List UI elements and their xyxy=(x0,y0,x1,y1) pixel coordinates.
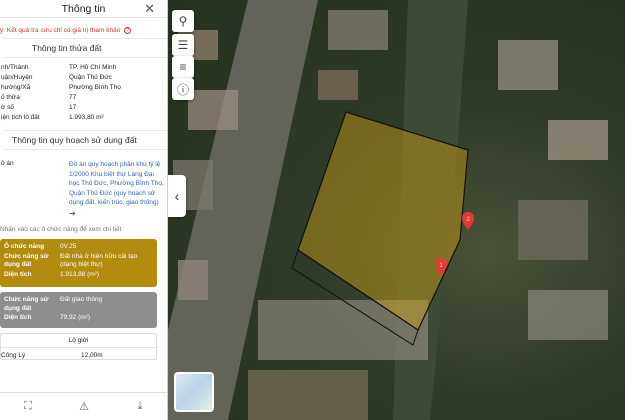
plan-row: ồ án Đồ án quy hoạch phân khu tỷ lệ 1/20… xyxy=(1,160,164,218)
parcel-row-lot: ố thửa 77 xyxy=(1,93,77,101)
layers-icon[interactable]: ☰ xyxy=(172,34,194,56)
parcel-row-ward: hường/Xã Phường Bình Thọ xyxy=(1,83,121,91)
parcel-row-city: nh/Thành TP. Hồ Chí Minh xyxy=(1,63,117,71)
road-boundary-table: Lộ giới Công Lý 12,00m xyxy=(0,333,157,360)
disclaimer: ý: Kết quả tra cứu chỉ có giá trị tham k… xyxy=(0,18,167,34)
parcel-row-sheet: ờ số 17 xyxy=(1,103,77,111)
share-icon[interactable]: ⛶ xyxy=(8,397,48,417)
panel-title: Thông tin xyxy=(61,2,106,15)
search-icon[interactable]: ⚲ xyxy=(172,10,194,32)
table-row: Công Lý 12,00m xyxy=(1,352,103,359)
info-icon[interactable]: ⓘ xyxy=(172,78,194,100)
planning-section-title: Thông tin quy hoạch sử dụng đất xyxy=(12,135,137,145)
warning-icon[interactable]: ⚠ xyxy=(64,397,104,417)
map-view[interactable]: 2 1 xyxy=(168,0,625,420)
arrow-right-icon[interactable]: ➔ xyxy=(69,209,164,219)
road-boundary-header: Lộ giới xyxy=(1,334,156,348)
help-icon[interactable]: ? xyxy=(124,27,132,34)
minimap-thumbnail[interactable] xyxy=(174,372,214,412)
plan-link[interactable]: Đồ án quy hoạch phân khu tỷ lệ 1/2000 Kh… xyxy=(69,160,164,218)
parcel-row-district: uận/Huyện Quận Thủ Đức xyxy=(1,73,112,81)
panel-header: Thông tin ✕ xyxy=(0,0,167,18)
list-icon[interactable]: ≡ xyxy=(172,56,194,78)
parcel-row-area: iện tích lô đất 1.993,80 m² xyxy=(1,113,104,121)
function-box-traffic[interactable]: Chức năng sử dụng đất Đất giao thông Diện… xyxy=(0,292,157,328)
download-icon[interactable]: ⤓ xyxy=(120,397,160,417)
disclaimer-text: ý: Kết quả tra cứu chỉ có giá trị tham k… xyxy=(0,27,121,34)
close-icon[interactable]: ✕ xyxy=(144,1,155,17)
panel-toolbar: ⛶ ⚠ ⤓ xyxy=(0,392,167,420)
hint-text: Nhấn vào các ô chức năng để xem chi tiết xyxy=(0,226,122,233)
collapse-panel-button[interactable]: ‹ xyxy=(168,175,186,217)
chevron-left-icon: ‹ xyxy=(174,188,180,204)
satellite-imagery: 2 1 xyxy=(168,0,608,420)
info-panel: Thông tin ✕ ý: Kết quả tra cứu chỉ có gi… xyxy=(0,0,168,420)
function-box-residential[interactable]: Ô chức năng 0V.25 Chức năng sử dụng đất Đấ… xyxy=(0,239,157,287)
parcel-outline xyxy=(297,111,469,331)
parcel-section-title: Thông tin thửa đất xyxy=(32,43,102,53)
map-pin-2: 2 xyxy=(462,212,474,230)
parcel-info-list: nh/Thành TP. Hồ Chí Minh uận/Huyện Quận Th… xyxy=(1,62,167,122)
